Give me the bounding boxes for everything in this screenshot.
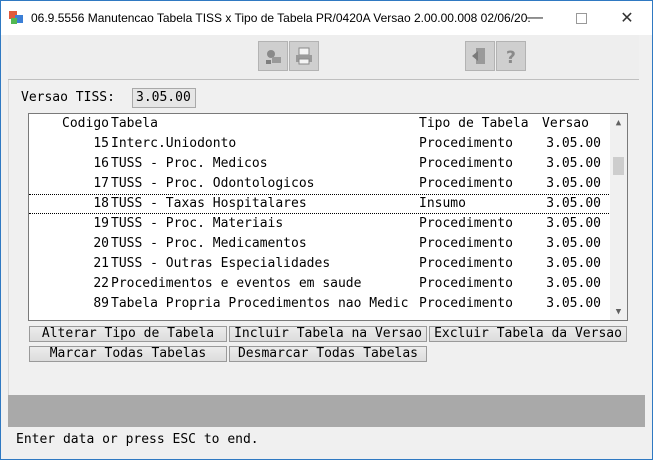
cell-tipo: Procedimento [419,276,513,291]
table-row[interactable]: 89 Tabela Propria Procedimentos nao Medi… [29,294,611,314]
maximize-icon [575,12,587,24]
table-row[interactable]: 22 Procedimentos e eventos em saude Proc… [29,274,611,294]
cell-codigo: 21 [93,256,109,271]
grid-scrollbar[interactable]: ▲ ▼ [610,114,627,320]
versao-tiss-field[interactable]: 3.05.00 [132,88,196,108]
column-header-versao[interactable]: Versao [542,114,602,134]
cell-tipo: Procedimento [419,216,513,231]
marcar-todas-button[interactable]: Marcar Todas Tabelas [29,346,227,362]
cell-codigo: 22 [93,276,109,291]
cell-tipo: Procedimento [419,176,513,191]
scroll-thumb[interactable] [613,157,624,175]
cell-tipo: Procedimento [419,296,513,311]
cell-versao: 3.05.00 [546,256,601,271]
cell-versao: 3.05.00 [546,236,601,251]
cell-tabela: Tabela Propria Procedimentos nao Medic [111,296,409,311]
column-header-tipo[interactable]: Tipo de Tabela [419,114,539,134]
window-title: 06.9.5556 Manutencao Tabela TISS x Tipo … [31,11,531,25]
table-row-selected[interactable]: 18 TUSS - Taxas Hospitalares Insumo 3.05… [29,194,611,214]
incluir-tabela-button[interactable]: Incluir Tabela na Versao [229,326,427,342]
status-area [8,395,645,427]
program-window: 06.9.5556 Manutencao Tabela TISS x Tipo … [0,0,653,460]
scroll-up-icon[interactable]: ▲ [610,114,627,131]
window-right-strip [639,35,652,395]
app-icon [9,11,23,25]
cell-versao: 3.05.00 [546,156,601,171]
help-button[interactable]: ? [496,41,526,71]
tool-button[interactable] [258,41,288,71]
table-row[interactable]: 15 Interc.Uniodonto Procedimento 3.05.00 [29,134,611,154]
cell-codigo: 18 [93,196,109,211]
cell-codigo: 19 [93,216,109,231]
cell-versao: 3.05.00 [546,276,601,291]
cell-codigo: 89 [93,296,109,311]
table-row[interactable]: 20 TUSS - Proc. Medicamentos Procediment… [29,234,611,254]
scroll-down-icon[interactable]: ▼ [610,303,627,320]
cell-tipo: Procedimento [419,136,513,151]
cell-codigo: 16 [93,156,109,171]
cell-versao: 3.05.00 [546,176,601,191]
tool-icon [266,50,281,64]
cell-tabela: TUSS - Proc. Medicamentos [111,236,307,251]
alterar-tipo-tabela-button[interactable]: Alterar Tipo de Tabela [29,326,227,342]
tables-grid: Codigo Tabela Tipo de Tabela Versao 15 I… [28,113,628,321]
cell-tipo: Insumo [419,196,466,211]
cell-tabela: Interc.Uniodonto [111,136,237,151]
close-button[interactable]: ✕ [604,1,650,35]
cell-tabela: Procedimentos e eventos em saude [111,276,362,291]
cell-codigo: 20 [93,236,109,251]
maximize-button[interactable] [558,1,604,35]
cell-codigo: 15 [93,136,109,151]
table-row[interactable]: 16 TUSS - Proc. Medicos Procedimento 3.0… [29,154,611,174]
toolbar: ? [8,35,639,80]
title-bar: 06.9.5556 Manutencao Tabela TISS x Tipo … [1,1,652,35]
exit-icon [472,48,485,64]
cell-tabela: TUSS - Proc. Medicos [111,156,268,171]
table-row[interactable]: 17 TUSS - Proc. Odontologicos Procedimen… [29,174,611,194]
column-header-tabela[interactable]: Tabela [111,114,417,134]
cell-versao: 3.05.00 [546,296,601,311]
cell-tabela: TUSS - Taxas Hospitalares [111,196,307,211]
versao-tiss-label: Versao TISS: [21,90,115,105]
table-row[interactable]: 19 TUSS - Proc. Materiais Procedimento 3… [29,214,611,234]
svg-text:?: ? [506,48,516,66]
cell-tipo: Procedimento [419,236,513,251]
table-row[interactable]: 21 TUSS - Outras Especialidades Procedim… [29,254,611,274]
help-icon: ? [506,48,516,66]
cell-tipo: Procedimento [419,156,513,171]
minimize-button[interactable]: — [512,1,558,35]
status-message: Enter data or press ESC to end. [8,427,645,453]
desmarcar-todas-button[interactable]: Desmarcar Todas Tabelas [229,346,427,362]
cell-tabela: TUSS - Proc. Odontologicos [111,176,315,191]
cell-versao: 3.05.00 [546,196,601,211]
cell-tabela: TUSS - Proc. Materiais [111,216,284,231]
exit-button[interactable] [465,41,495,71]
cell-versao: 3.05.00 [546,136,601,151]
cell-versao: 3.05.00 [546,216,601,231]
printer-icon [296,47,312,65]
excluir-tabela-button[interactable]: Excluir Tabela da Versao [429,326,627,342]
cell-codigo: 17 [93,176,109,191]
column-header-codigo[interactable]: Codigo [29,114,109,134]
grid-header: Codigo Tabela Tipo de Tabela Versao [29,114,611,134]
cell-tipo: Procedimento [419,256,513,271]
print-button[interactable] [289,41,319,71]
cell-tabela: TUSS - Outras Especialidades [111,256,331,271]
